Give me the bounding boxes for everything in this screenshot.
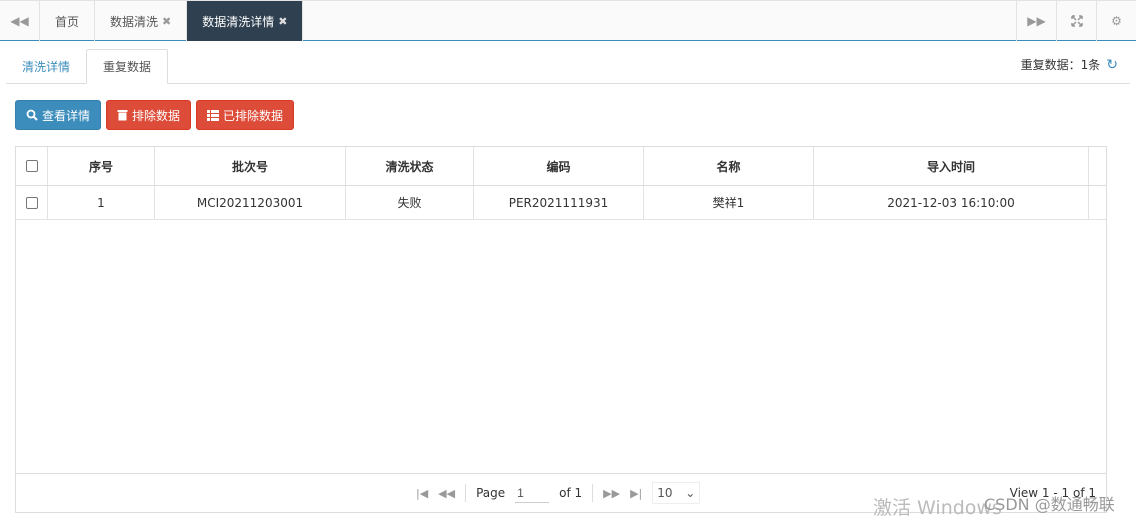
grid-header: 序号 批次号 清洗状态 编码 名称 导入时间: [16, 147, 1106, 186]
select-all-cell: [16, 147, 48, 185]
trash-icon: [117, 110, 128, 121]
chevron-down-icon: ⌄: [685, 486, 696, 500]
column-header[interactable]: 编码: [474, 147, 644, 185]
column-header[interactable]: 导入时间: [814, 147, 1089, 185]
row-checkbox[interactable]: [25, 196, 38, 209]
column-header[interactable]: 清洗状态: [346, 147, 474, 185]
search-icon: [26, 109, 38, 121]
cell-import-time: 2021-12-03 16:10:00: [814, 186, 1089, 219]
scroll-left-button[interactable]: ◀◀: [0, 1, 40, 41]
page-tabs: 首页 数据清洗 ✖ 数据清洗详情 ✖: [40, 1, 1016, 41]
refresh-icon[interactable]: ↻: [1106, 57, 1118, 73]
next-page-icon[interactable]: ▶▶: [603, 487, 620, 500]
action-toolbar: 查看详情 排除数据 已排除数据: [15, 100, 295, 130]
column-header[interactable]: 序号: [48, 147, 155, 185]
table-row[interactable]: 1 MCI20211203001 失败 PER2021111931 樊祥1 20…: [16, 186, 1106, 220]
cell-index: 1: [48, 186, 155, 219]
settings-button[interactable]: ⚙: [1096, 1, 1136, 41]
close-icon[interactable]: ✖: [278, 15, 287, 28]
double-right-arrow-icon: ▶▶: [1027, 14, 1046, 28]
pager-divider: [465, 484, 467, 502]
data-grid: 序号 批次号 清洗状态 编码 名称 导入时间 1 MCI20211203001 …: [15, 146, 1107, 513]
excluded-data-button[interactable]: 已排除数据: [196, 100, 295, 130]
prev-page-icon[interactable]: ◀◀: [438, 487, 455, 500]
gear-icon: ⚙: [1111, 14, 1122, 28]
column-header[interactable]: 批次号: [155, 147, 346, 185]
tab-data-cleaning-detail[interactable]: 数据清洗详情 ✖: [187, 1, 304, 41]
first-page-icon[interactable]: |◀: [416, 487, 428, 500]
last-page-icon[interactable]: ▶|: [630, 487, 642, 500]
column-header[interactable]: 名称: [644, 147, 814, 185]
double-left-arrow-icon: ◀◀: [10, 14, 29, 28]
exclude-data-button[interactable]: 排除数据: [106, 100, 192, 130]
page-label: Page: [476, 486, 506, 500]
rows-per-page-select[interactable]: 10 ⌄: [652, 482, 701, 504]
cell-status: 失败: [346, 186, 474, 219]
detail-tabs: 清洗详情 重复数据: [6, 49, 1130, 84]
cell-name: 樊祥1: [644, 186, 814, 219]
tab-duplicate-data[interactable]: 重复数据: [86, 49, 169, 84]
fullscreen-button[interactable]: [1056, 1, 1096, 41]
csdn-watermark: CSDN @数通畅联: [984, 495, 1115, 514]
pager-controls: |◀ ◀◀ Page of 1 ▶▶ ▶| 10 ⌄: [416, 482, 701, 504]
page-total-label: of 1: [559, 486, 583, 500]
expand-icon: [1070, 15, 1083, 27]
tab-data-cleaning[interactable]: 数据清洗 ✖: [95, 1, 188, 41]
select-all-checkbox[interactable]: [25, 160, 38, 172]
page-number-input[interactable]: [515, 483, 550, 503]
activation-watermark: 激活 Windows: [873, 497, 1002, 519]
close-icon[interactable]: ✖: [162, 15, 171, 28]
row-select-cell: [16, 186, 48, 219]
scroll-right-button[interactable]: ▶▶: [1016, 1, 1056, 41]
cell-code: PER2021111931: [474, 186, 644, 219]
top-tab-bar: ◀◀ 首页 数据清洗 ✖ 数据清洗详情 ✖ ▶▶ ⚙: [0, 0, 1136, 41]
view-detail-button[interactable]: 查看详情: [15, 100, 102, 130]
tab-cleaning-detail[interactable]: 清洗详情: [6, 49, 86, 84]
list-icon: [207, 109, 220, 121]
cell-batch: MCI20211203001: [155, 186, 346, 219]
tab-home[interactable]: 首页: [40, 1, 96, 41]
pager-divider: [592, 484, 594, 502]
duplicate-count: 重复数据：1条 ↻: [1020, 56, 1118, 73]
